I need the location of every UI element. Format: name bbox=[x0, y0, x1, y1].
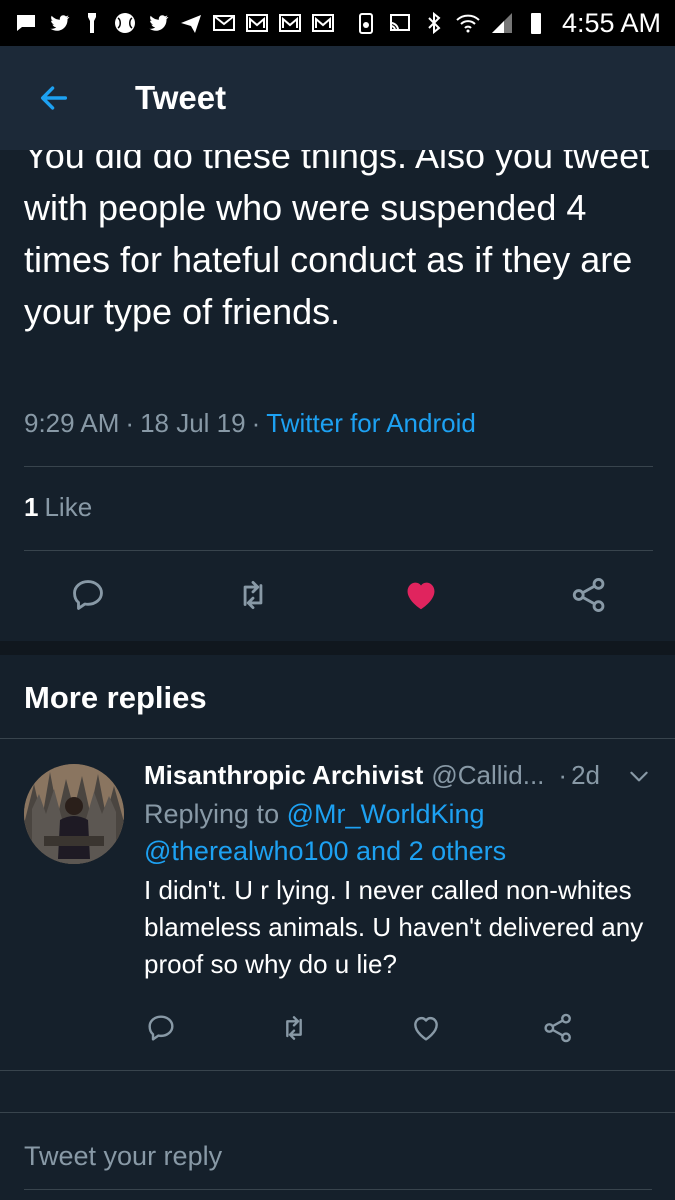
reply-composer: Tweet your reply bbox=[0, 1112, 675, 1200]
retweet-icon bbox=[286, 1016, 302, 1040]
replying-prefix: Replying to bbox=[144, 799, 280, 829]
reply-header: Misanthropic Archivist @Callid... · 2d bbox=[144, 760, 654, 791]
page-title: Tweet bbox=[135, 79, 227, 116]
reply-input[interactable]: Tweet your reply bbox=[24, 1141, 222, 1172]
send-icon bbox=[179, 11, 203, 35]
divider bbox=[24, 466, 653, 467]
battery-icon bbox=[524, 11, 548, 35]
tweet-source-link[interactable]: Twitter for Android bbox=[266, 408, 476, 439]
retweet-button[interactable] bbox=[228, 570, 278, 620]
share-icon bbox=[544, 1013, 571, 1043]
tweet-time: 9:29 AM bbox=[24, 408, 120, 438]
chevron-down-icon bbox=[630, 771, 648, 781]
reply-button[interactable] bbox=[141, 1008, 181, 1048]
cast-icon bbox=[388, 11, 412, 35]
likes-number: 1 bbox=[24, 492, 39, 522]
gmail-icon bbox=[278, 11, 302, 35]
mail-icon bbox=[212, 11, 236, 35]
divider bbox=[0, 738, 675, 739]
battery-saver-icon bbox=[354, 11, 378, 35]
likes-count[interactable]: 1 Like bbox=[24, 492, 92, 523]
status-time: 4:55 AM bbox=[561, 7, 661, 38]
section-separator bbox=[0, 641, 675, 655]
meta-separator: · bbox=[251, 408, 261, 438]
likes-label: Like bbox=[44, 492, 93, 522]
reply-timestamp: 2d bbox=[571, 760, 600, 790]
like-button[interactable] bbox=[406, 1008, 446, 1048]
sports-icon bbox=[113, 11, 137, 35]
like-button[interactable] bbox=[396, 570, 446, 620]
avatar-image bbox=[24, 764, 124, 864]
share-button[interactable] bbox=[564, 570, 614, 620]
message-icon bbox=[14, 11, 38, 35]
mention-link[interactable]: @Mr_WorldKing bbox=[287, 799, 485, 829]
divider bbox=[24, 550, 653, 551]
heart-filled-icon bbox=[407, 582, 435, 610]
reply-menu-button[interactable] bbox=[624, 761, 654, 791]
signal-icon bbox=[490, 11, 514, 35]
bluetooth-icon bbox=[422, 11, 446, 35]
tweet-action-bar bbox=[0, 570, 675, 624]
tweet-text: You did do these things. Also you tweet … bbox=[24, 135, 650, 332]
retweet-icon bbox=[243, 580, 263, 610]
twitter-icon bbox=[146, 11, 170, 35]
retweet-button[interactable] bbox=[274, 1008, 314, 1048]
divider bbox=[0, 1070, 675, 1071]
share-icon bbox=[572, 578, 605, 612]
reply-input-underline bbox=[24, 1189, 652, 1190]
gmail-icon bbox=[245, 11, 269, 35]
reply-icon bbox=[73, 580, 103, 610]
replying-to: Replying to @Mr_WorldKing @therealwho100… bbox=[144, 796, 644, 870]
app-bar: Tweet bbox=[0, 46, 675, 150]
more-replies-title: More replies bbox=[24, 680, 207, 715]
status-bar: 4:55 AM bbox=[0, 0, 675, 46]
wifi-icon bbox=[456, 11, 480, 35]
avatar[interactable] bbox=[24, 764, 124, 864]
twitter-icon bbox=[47, 11, 71, 35]
meta-separator: · bbox=[125, 408, 135, 438]
mention-link[interactable]: @therealwho100 and 2 others bbox=[144, 836, 506, 866]
heart-outline-icon bbox=[414, 1016, 438, 1041]
gmail-icon bbox=[311, 11, 335, 35]
reply-separator: · bbox=[558, 760, 568, 790]
reply-author-handle[interactable]: @Callid... bbox=[431, 760, 544, 791]
reply-action-bar bbox=[0, 1008, 675, 1054]
reply-author-name[interactable]: Misanthropic Archivist bbox=[144, 760, 423, 791]
reply-text: I didn't. U r lying. I never called non-… bbox=[144, 875, 644, 979]
flashlight-icon bbox=[80, 11, 104, 35]
back-button[interactable] bbox=[24, 68, 84, 128]
tweet-date: 18 Jul 19 bbox=[140, 408, 246, 438]
tweet-meta: 9:29 AM · 18 Jul 19 · Twitter for Androi… bbox=[24, 408, 476, 439]
reply-icon bbox=[148, 1015, 174, 1041]
share-button[interactable] bbox=[538, 1008, 578, 1048]
back-arrow-icon bbox=[40, 86, 68, 110]
reply-button[interactable] bbox=[63, 570, 113, 620]
